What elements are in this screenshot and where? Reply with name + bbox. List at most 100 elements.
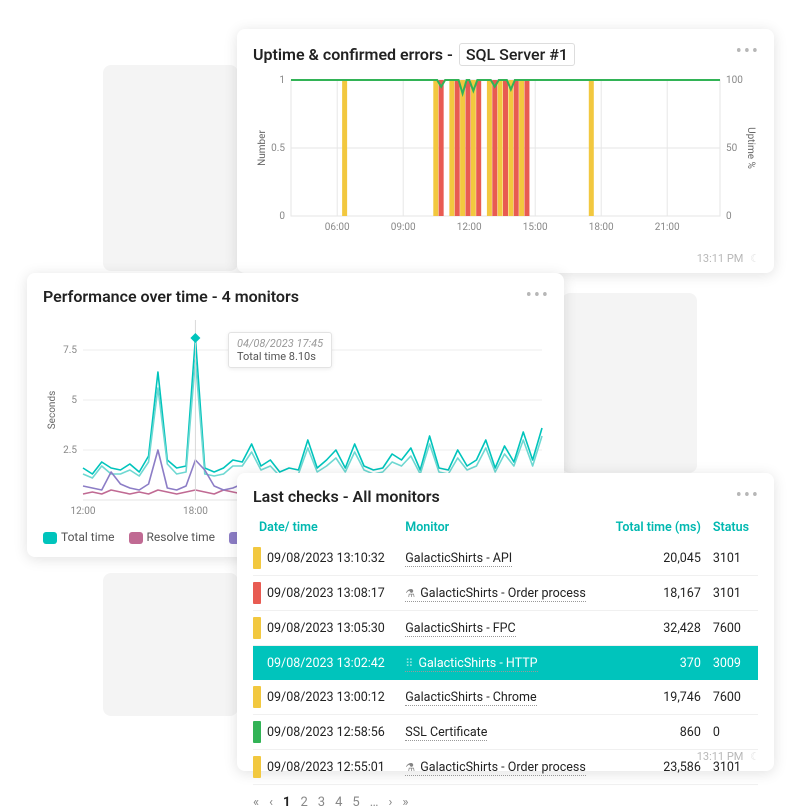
th-datetime[interactable]: Date/ time xyxy=(253,514,399,541)
cell-datetime: 09/08/2023 12:55:01 xyxy=(267,760,385,775)
pager-page[interactable]: 2 xyxy=(300,795,307,810)
cell-datetime: 09/08/2023 12:58:56 xyxy=(267,725,385,740)
th-monitor[interactable]: Monitor xyxy=(399,514,603,541)
cell-status: 3009 xyxy=(707,646,758,681)
cell-datetime: 09/08/2023 13:08:17 xyxy=(267,586,385,601)
status-bar xyxy=(253,756,261,778)
last-checks-card: Last checks - All monitors ••• Date/ tim… xyxy=(237,473,774,771)
tooltip-time: 04/08/2023 17:45 xyxy=(237,337,323,350)
bg-panel xyxy=(103,573,238,716)
svg-text:0.5: 0.5 xyxy=(271,143,285,154)
cell-status: 0 xyxy=(707,715,758,750)
cell-datetime: 09/08/2023 13:00:12 xyxy=(267,690,385,705)
cell-totaltime: 19,746 xyxy=(604,680,707,715)
pager-page[interactable]: 1 xyxy=(283,795,290,810)
table-row[interactable]: 09/08/2023 12:58:56 SSL Certificate 8600 xyxy=(253,715,758,750)
legend-item[interactable]: Total time xyxy=(43,530,115,544)
more-icon[interactable]: ••• xyxy=(526,285,550,306)
table-row[interactable]: 09/08/2023 13:05:30GalacticShirts - FPC3… xyxy=(253,611,758,646)
svg-text:06:00: 06:00 xyxy=(325,222,350,233)
table-row[interactable]: 09/08/2023 13:02:42 ⠿ GalacticShirts - HT… xyxy=(253,646,758,681)
svg-text:7.5: 7.5 xyxy=(63,345,77,356)
more-icon[interactable]: ••• xyxy=(736,485,760,506)
svg-text:2.5: 2.5 xyxy=(63,445,77,456)
flask-icon: ⚗ xyxy=(405,761,415,774)
table-row[interactable]: 09/08/2023 12:55:01 ⚗ GalacticShirts - Or… xyxy=(253,750,758,785)
uptime-title: Uptime & confirmed errors - xyxy=(253,45,453,64)
cell-totaltime: 18,167 xyxy=(604,576,707,611)
more-icon[interactable]: ••• xyxy=(736,41,760,62)
pager-page[interactable]: 3 xyxy=(318,795,325,810)
perf-title: Performance over time - 4 monitors xyxy=(43,287,548,306)
cell-totaltime: 370 xyxy=(604,646,707,681)
moon-icon: ☾ xyxy=(750,252,760,265)
bg-panel xyxy=(562,293,697,473)
timestamp: 13:11 PM ☾ xyxy=(697,252,760,265)
pager-prev[interactable]: ‹ xyxy=(269,795,273,810)
svg-text:100: 100 xyxy=(726,75,743,86)
th-totaltime[interactable]: Total time (ms) xyxy=(604,514,707,541)
checks-title: Last checks - All monitors xyxy=(253,487,758,506)
pager-first[interactable]: « xyxy=(253,795,259,810)
cell-datetime: 09/08/2023 13:05:30 xyxy=(267,621,385,636)
svg-text:0: 0 xyxy=(726,211,732,222)
svg-text:21:00: 21:00 xyxy=(655,222,680,233)
status-bar xyxy=(253,721,261,743)
svg-text:12:00: 12:00 xyxy=(71,506,96,517)
status-bar xyxy=(253,686,261,708)
cell-status: 3101 xyxy=(707,541,758,576)
status-bar xyxy=(253,617,261,639)
legend-item[interactable]: Resolve time xyxy=(129,530,216,544)
cell-monitor[interactable]: GalacticShirts - FPC xyxy=(405,621,515,637)
cell-totaltime: 860 xyxy=(604,715,707,750)
svg-text:Number: Number xyxy=(257,130,268,166)
cell-totaltime: 23,586 xyxy=(604,750,707,785)
cell-totaltime: 20,045 xyxy=(604,541,707,576)
pager-last[interactable]: » xyxy=(402,795,408,810)
th-status[interactable]: Status xyxy=(707,514,758,541)
flask-icon: ⚗ xyxy=(405,587,415,600)
cell-status: 7600 xyxy=(707,680,758,715)
cell-datetime: 09/08/2023 13:02:42 xyxy=(267,656,385,671)
svg-text:09:00: 09:00 xyxy=(391,222,416,233)
cell-monitor[interactable]: ⚗ GalacticShirts - Order process xyxy=(405,586,586,602)
pager-page[interactable]: 4 xyxy=(335,795,342,810)
pager-page[interactable]: … xyxy=(370,795,379,810)
cell-status: 7600 xyxy=(707,611,758,646)
svg-text:1: 1 xyxy=(279,75,285,86)
svg-text:18:00: 18:00 xyxy=(589,222,614,233)
grid-icon: ⠿ xyxy=(405,657,413,670)
uptime-server-chip[interactable]: SQL Server #1 xyxy=(459,43,575,66)
pager: « ‹ 12345 … › » xyxy=(253,795,758,810)
svg-text:Seconds: Seconds xyxy=(47,391,58,430)
cell-datetime: 09/08/2023 13:10:32 xyxy=(267,551,385,566)
pager-next[interactable]: › xyxy=(388,795,392,810)
svg-text:15:00: 15:00 xyxy=(523,222,548,233)
cell-monitor[interactable]: ⚗ GalacticShirts - Order process xyxy=(405,760,586,776)
status-bar xyxy=(253,652,261,674)
uptime-card: Uptime & confirmed errors - SQL Server #… xyxy=(237,29,774,273)
status-bar xyxy=(253,582,261,604)
bg-panel xyxy=(103,65,238,271)
svg-text:Uptime %: Uptime % xyxy=(745,127,756,169)
table-row[interactable]: 09/08/2023 13:10:32 GalacticShirts - API 2… xyxy=(253,541,758,576)
cell-monitor[interactable]: SSL Certificate xyxy=(405,725,487,741)
table-row[interactable]: 09/08/2023 13:08:17 ⚗ GalacticShirts - Or… xyxy=(253,576,758,611)
moon-icon: ☾ xyxy=(750,750,760,763)
tooltip-value: Total time 8.10s xyxy=(237,350,323,363)
checks-table: Date/ time Monitor Total time (ms) Statu… xyxy=(253,514,758,785)
svg-text:0: 0 xyxy=(279,211,285,222)
uptime-title-row: Uptime & confirmed errors - SQL Server #… xyxy=(253,43,758,66)
svg-text:5: 5 xyxy=(71,395,77,406)
cell-monitor[interactable]: GalacticShirts - API xyxy=(405,551,512,567)
cell-status: 3101 xyxy=(707,576,758,611)
cell-monitor[interactable]: GalacticShirts - Chrome xyxy=(405,690,536,706)
pager-page[interactable]: 5 xyxy=(352,795,359,810)
uptime-chart: 00.5105010006:0009:0012:0015:0018:0021:0… xyxy=(253,74,758,244)
svg-text:50: 50 xyxy=(726,143,738,154)
cell-monitor[interactable]: ⠿ GalacticShirts - HTTP xyxy=(405,656,537,672)
timestamp: 13:11 PM ☾ xyxy=(697,750,760,763)
table-row[interactable]: 09/08/2023 13:00:12 GalacticShirts - Chro… xyxy=(253,680,758,715)
status-bar xyxy=(253,547,261,569)
svg-text:18:00: 18:00 xyxy=(183,506,208,517)
